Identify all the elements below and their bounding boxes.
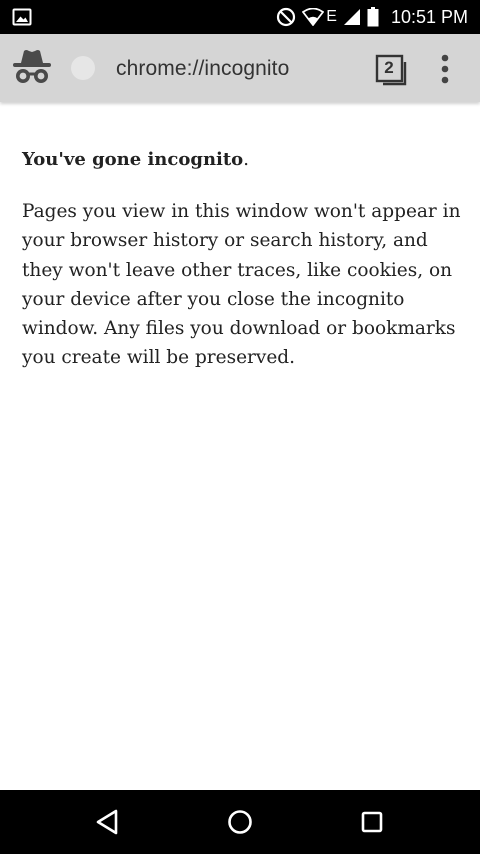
url-bar[interactable]: chrome://incognito xyxy=(116,55,289,83)
incognito-page-content: You've gone incognito. Pages you view in… xyxy=(22,145,466,373)
site-security-icon[interactable] xyxy=(71,56,95,80)
system-navigation-bar xyxy=(0,790,480,854)
network-type-label: E xyxy=(326,8,337,25)
image-notification-icon xyxy=(12,7,32,27)
overflow-menu-icon xyxy=(441,54,449,84)
status-icons: E 10:51 PM xyxy=(276,0,468,34)
incognito-icon xyxy=(10,46,54,90)
headline-period: . xyxy=(243,149,249,170)
tab-count: 2 xyxy=(384,58,394,77)
wifi-icon xyxy=(302,8,325,26)
back-button[interactable] xyxy=(92,806,124,838)
recents-icon xyxy=(361,811,383,833)
do-not-disturb-icon xyxy=(276,7,296,27)
browser-toolbar: chrome://incognito 2 xyxy=(0,34,480,102)
home-button[interactable] xyxy=(224,806,256,838)
cell-signal-icon xyxy=(343,8,361,26)
incognito-description: Pages you view in this window won't appe… xyxy=(22,201,461,369)
recents-button[interactable] xyxy=(356,806,388,838)
status-bar: E 10:51 PM xyxy=(0,0,480,34)
home-icon xyxy=(228,810,252,834)
overflow-menu-button[interactable] xyxy=(430,52,460,86)
back-icon xyxy=(96,809,118,835)
headline-text: You've gone incognito xyxy=(22,149,244,170)
battery-icon xyxy=(367,7,379,27)
clock: 10:51 PM xyxy=(390,6,468,27)
page-title: You've gone incognito. xyxy=(22,145,466,175)
